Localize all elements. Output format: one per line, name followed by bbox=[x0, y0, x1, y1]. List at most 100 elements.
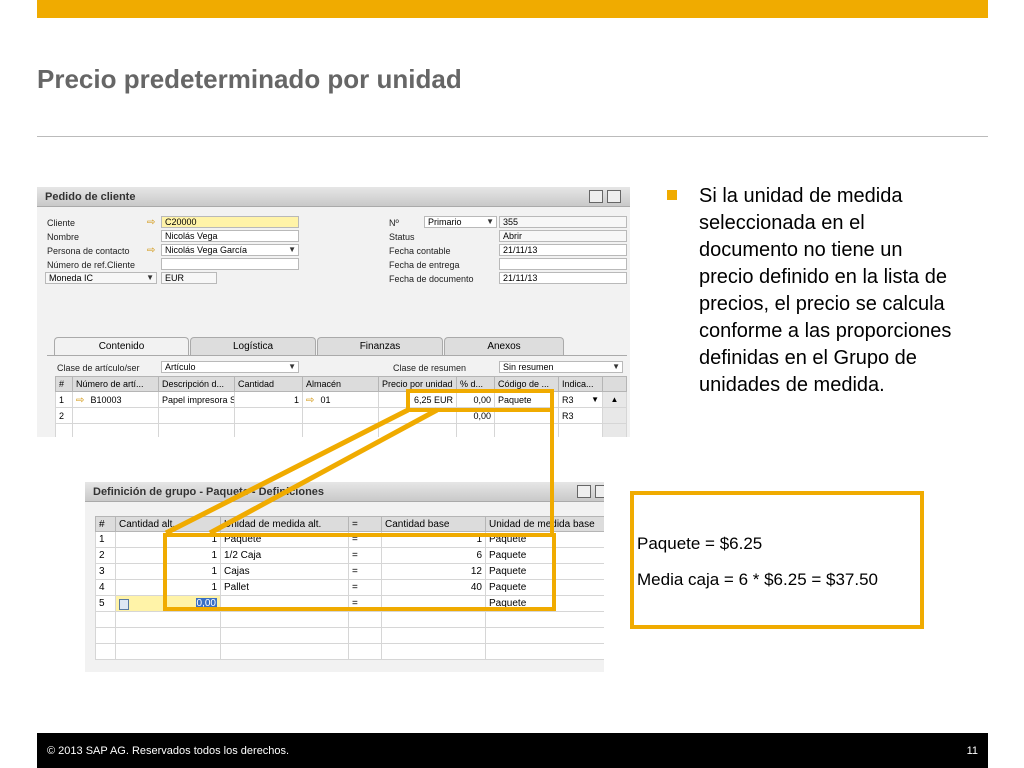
label-clase-resumen: Clase de resumen bbox=[393, 363, 467, 373]
description-cell[interactable]: Papel impresora S bbox=[158, 391, 235, 408]
quantity-cell[interactable]: 1 bbox=[234, 391, 303, 408]
column-header[interactable]: Indica... bbox=[558, 376, 603, 392]
column-header[interactable]: = bbox=[348, 516, 382, 532]
top-accent-bar bbox=[37, 0, 988, 18]
moneda-field: EUR bbox=[161, 272, 217, 284]
label-fecha-entrega: Fecha de entrega bbox=[389, 260, 460, 270]
link-arrow-icon[interactable]: ⇨ bbox=[306, 395, 318, 405]
quantity-cell[interactable] bbox=[234, 407, 303, 424]
tab-logistica[interactable]: Logística bbox=[190, 337, 316, 355]
fecha-contable-field[interactable]: 21/11/13 bbox=[499, 244, 627, 256]
persona-contacto-value: Nicolás Vega García bbox=[165, 245, 248, 255]
warehouse-cell[interactable] bbox=[302, 407, 379, 424]
clase-articulo-value: Artículo bbox=[165, 362, 196, 372]
clase-resumen-select[interactable]: Sin resumen ▼ bbox=[499, 361, 623, 373]
column-header[interactable]: # bbox=[55, 376, 73, 392]
label-cliente: Cliente bbox=[47, 218, 76, 228]
footer-copyright: © 2013 SAP AG. Reservados todos los dere… bbox=[47, 745, 290, 757]
item-number-cell[interactable] bbox=[72, 407, 159, 424]
scrollbar-header bbox=[602, 376, 627, 392]
tab-finanzas[interactable]: Finanzas bbox=[317, 337, 443, 355]
footer-bar: © 2013 SAP AG. Reservados todos los dere… bbox=[37, 733, 988, 768]
scroll-up-icon[interactable]: ▲ bbox=[602, 391, 627, 408]
slide-title: Precio predeterminado por unidad bbox=[37, 64, 462, 94]
row-number: 3 bbox=[95, 563, 116, 580]
series-value: Primario bbox=[428, 217, 462, 227]
uom-group-titlebar: Definición de grupo - Paquete - Definici… bbox=[85, 482, 604, 502]
price-highlight-box bbox=[406, 389, 554, 412]
description-cell[interactable] bbox=[158, 407, 235, 424]
fecha-documento-field[interactable]: 21/11/13 bbox=[499, 272, 627, 284]
label-numero-ref: Número de ref.Cliente bbox=[47, 260, 136, 270]
persona-contacto-field[interactable]: Nicolás Vega García ▼ bbox=[161, 244, 299, 256]
column-header[interactable]: Cantidad base bbox=[381, 516, 486, 532]
calculator-icon[interactable] bbox=[119, 598, 129, 610]
tax-indicator: R3 bbox=[562, 394, 574, 405]
status-field: Abrir bbox=[499, 230, 627, 242]
link-arrow-icon[interactable]: ⇨ bbox=[147, 246, 159, 256]
row-number: 5 bbox=[95, 595, 116, 612]
column-header[interactable]: Número de artí... bbox=[72, 376, 159, 392]
table-row[interactable] bbox=[55, 423, 627, 437]
label-fecha-documento: Fecha de documento bbox=[389, 274, 474, 284]
dropdown-icon[interactable]: ▼ bbox=[288, 245, 296, 255]
moneda-label: Moneda IC bbox=[49, 273, 94, 283]
bullet-square-icon bbox=[667, 190, 677, 200]
doc-number-field: 355 bbox=[499, 216, 627, 228]
fecha-entrega-field[interactable] bbox=[499, 258, 627, 270]
series-select[interactable]: Primario ▼ bbox=[424, 216, 497, 228]
column-header[interactable]: # bbox=[95, 516, 116, 532]
label-no: Nº bbox=[389, 218, 399, 228]
dropdown-icon[interactable]: ▼ bbox=[486, 217, 494, 227]
maximize-icon[interactable] bbox=[595, 485, 604, 498]
nombre-field[interactable]: Nicolás Vega bbox=[161, 230, 299, 242]
label-clase-articulo: Clase de artículo/ser bbox=[57, 363, 140, 373]
item-number-cell[interactable]: ⇨ B10003 bbox=[72, 391, 159, 408]
dropdown-icon[interactable]: ▼ bbox=[591, 395, 599, 404]
dropdown-icon[interactable]: ▼ bbox=[146, 273, 154, 283]
column-header[interactable]: Almacén bbox=[302, 376, 379, 392]
warehouse-cell[interactable]: ⇨ 01 bbox=[302, 391, 379, 408]
item-number: B10003 bbox=[90, 394, 122, 405]
minimize-icon[interactable] bbox=[577, 485, 591, 498]
column-header[interactable]: Unidad de medida base bbox=[485, 516, 604, 532]
moneda-select[interactable]: Moneda IC ▼ bbox=[45, 272, 157, 284]
table-row[interactable] bbox=[95, 643, 604, 660]
dropdown-icon[interactable]: ▼ bbox=[612, 362, 620, 372]
page-number: 11 bbox=[966, 745, 978, 757]
tab-content-border bbox=[47, 355, 627, 356]
uom-group-title: Definición de grupo - Paquete - Definici… bbox=[93, 486, 325, 498]
tax-indicator-cell[interactable]: R3 bbox=[558, 407, 603, 424]
connector-line-vertical bbox=[550, 410, 554, 536]
clase-articulo-select[interactable]: Artículo ▼ bbox=[161, 361, 299, 373]
minimize-icon[interactable] bbox=[589, 190, 603, 203]
label-nombre: Nombre bbox=[47, 232, 80, 242]
tax-indicator-cell[interactable]: R3 ▼ bbox=[558, 391, 603, 408]
column-header[interactable]: Descripción d... bbox=[158, 376, 235, 392]
row-number: 2 bbox=[95, 547, 116, 564]
tab-anexos[interactable]: Anexos bbox=[444, 337, 564, 355]
cliente-field[interactable]: C20000 bbox=[161, 216, 299, 228]
calc-line-2: Media caja = 6 * $6.25 = $37.50 bbox=[637, 570, 879, 589]
column-header[interactable]: Unidad de medida alt. bbox=[220, 516, 349, 532]
numero-ref-field[interactable] bbox=[161, 258, 299, 270]
title-divider bbox=[37, 136, 988, 137]
column-header[interactable]: Cantidad alt. bbox=[115, 516, 221, 532]
clase-resumen-value: Sin resumen bbox=[503, 362, 554, 372]
row-number: 4 bbox=[95, 579, 116, 596]
row-number: 1 bbox=[95, 531, 116, 548]
link-arrow-icon[interactable]: ⇨ bbox=[147, 218, 159, 228]
table-row[interactable] bbox=[95, 627, 604, 644]
dropdown-icon[interactable]: ▼ bbox=[288, 362, 296, 372]
row-number: 2 bbox=[55, 407, 73, 424]
tab-contenido[interactable]: Contenido bbox=[54, 337, 189, 356]
bullet-text: Si la unidad de medida seleccionada en e… bbox=[699, 185, 952, 396]
calc-line-1: Paquete = $6.25 bbox=[637, 534, 763, 553]
maximize-icon[interactable] bbox=[607, 190, 621, 203]
column-header[interactable]: Cantidad bbox=[234, 376, 303, 392]
table-row[interactable] bbox=[95, 611, 604, 628]
link-arrow-icon[interactable]: ⇨ bbox=[76, 395, 88, 405]
sales-order-title: Pedido de cliente bbox=[45, 191, 136, 203]
scrollbar-track[interactable] bbox=[602, 407, 627, 424]
table-header-row: # Cantidad alt. Unidad de medida alt. = … bbox=[95, 516, 604, 532]
